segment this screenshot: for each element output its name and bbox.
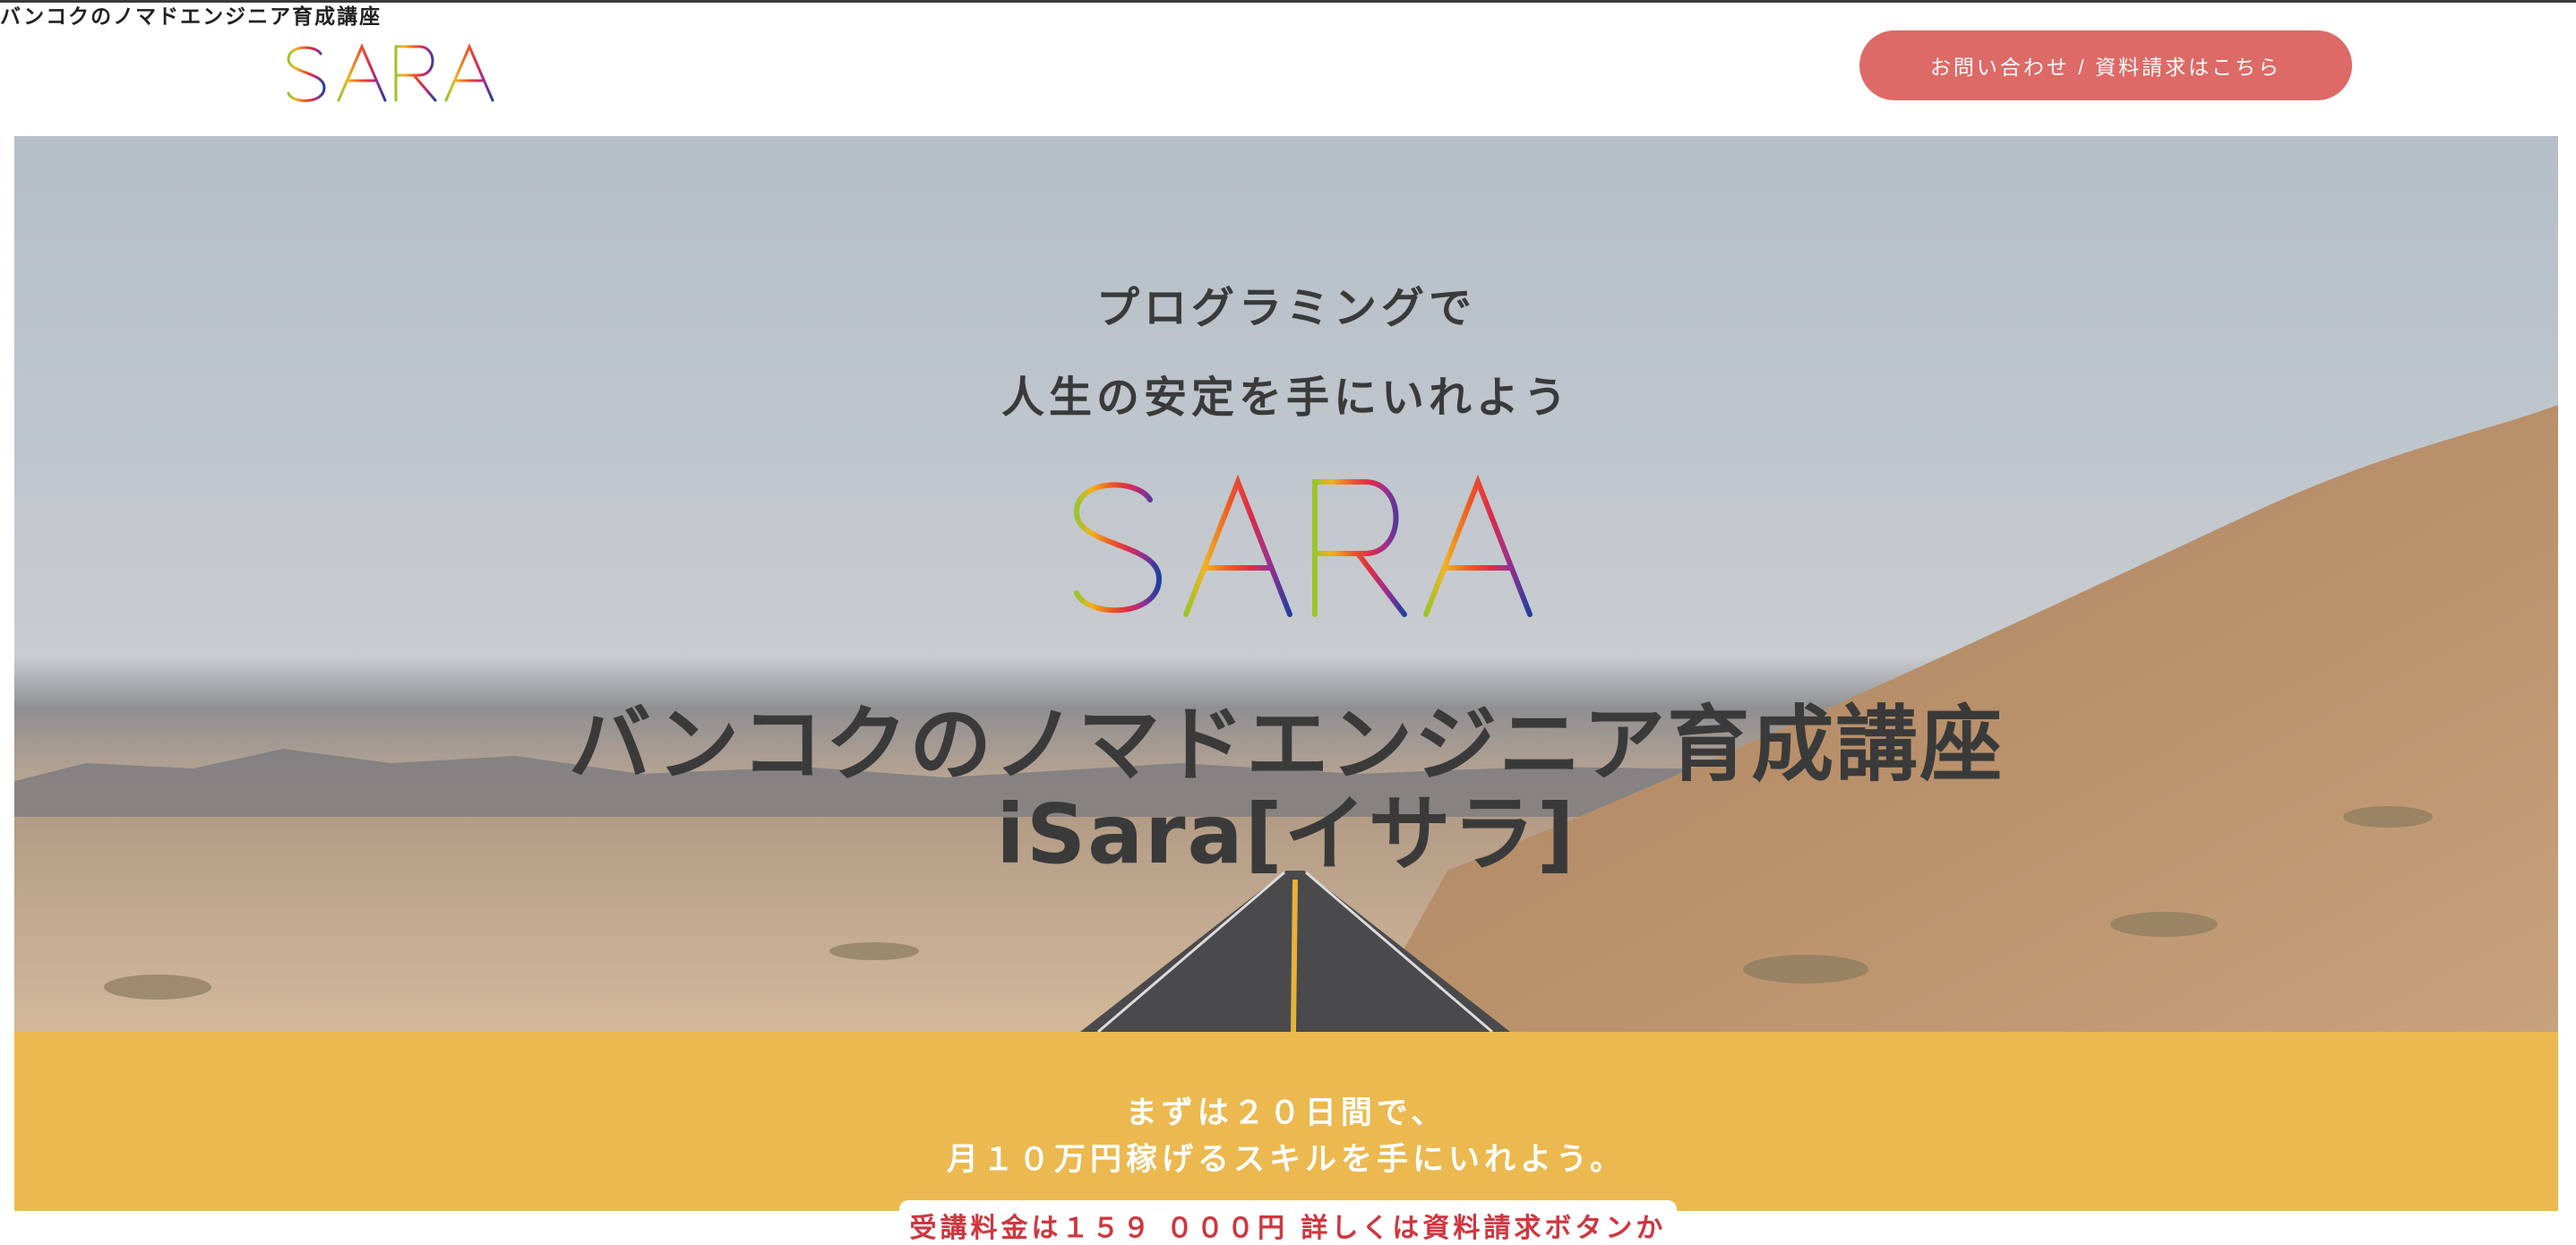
promo-line2: 月１０万円稼げるスキルを手にいれよう。 [947, 1142, 1626, 1178]
isara-large-logo-icon [1040, 474, 1533, 617]
hero-tagline-line2: 人生の安定を手にいれよう [1000, 373, 1571, 423]
isara-logo-icon[interactable] [269, 41, 502, 106]
hero-title: バンコクのノマドエンジニア育成講座 [568, 697, 2005, 793]
top-border [0, 0, 2576, 3]
promo-line1: まずは２０日間で、 [1125, 1095, 1447, 1131]
hero-tagline-line1: プログラミングで [1095, 283, 1476, 333]
hero-subtitle: iSara[イサラ] [996, 786, 1576, 882]
promo-band: まずは２０日間で、 月１０万円稼げるスキルを手にいれよう。 受講料金は１５９ ０… [14, 1032, 2558, 1245]
price-request-button[interactable]: 受講料金は１５９ ０００円 詳しくは資料請求ボタンから [899, 1200, 1677, 1245]
site-tagline: バンコクのノマドエンジニア育成講座 [0, 5, 382, 29]
hero-section: プログラミングで 人生の安定を手にいれよう バンコクのノマドエンジニア育成講座 … [14, 136, 2558, 1032]
contact-request-button[interactable]: お問い合わせ / 資料請求はこちら [1859, 30, 2352, 100]
